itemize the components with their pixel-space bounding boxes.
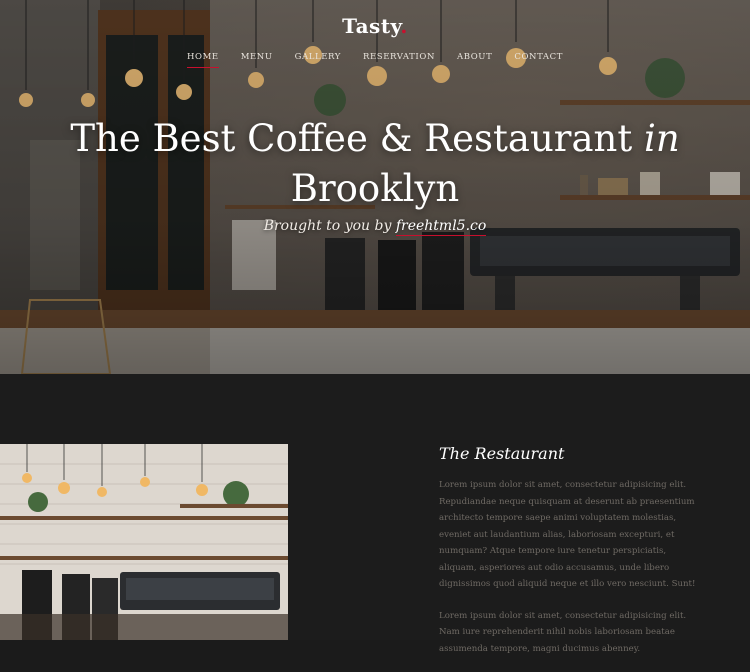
nav-item-reservation[interactable]: RESERVATION (352, 52, 446, 62)
headline-main: The Best Coffee & Restaurant (70, 117, 645, 160)
restaurant-section: The Restaurant Lorem ipsum dolor sit ame… (0, 374, 750, 654)
restaurant-paragraph-2: Lorem ipsum dolor sit amet, consectetur … (439, 610, 687, 654)
site-logo[interactable]: Tasty. (0, 14, 750, 38)
nav-item-home[interactable]: HOME (176, 52, 230, 68)
main-nav: HOME MENU GALLERY RESERVATION ABOUT CONT… (0, 52, 750, 68)
byline-prefix: Brought to you by (263, 218, 396, 234)
byline-link[interactable]: freehtml5.co (395, 218, 487, 236)
restaurant-photo (0, 444, 288, 640)
hero-byline: Brought to you by freehtml5.co (0, 218, 750, 236)
headline-line2: Brooklyn (290, 167, 460, 210)
restaurant-heading: The Restaurant (439, 444, 565, 463)
restaurant-photo-image (0, 444, 288, 640)
nav-item-about[interactable]: ABOUT (446, 52, 503, 62)
restaurant-about: The Restaurant Lorem ipsum dolor sit ame… (439, 444, 701, 672)
nav-item-contact[interactable]: CONTACT (503, 52, 574, 62)
hero-headline: The Best Coffee & Restaurant in Brooklyn (40, 114, 710, 214)
logo-text: Tasty (342, 14, 401, 38)
restaurant-paragraph-1: Lorem ipsum dolor sit amet, consectetur … (439, 480, 696, 589)
hero-banner: Tasty. HOME MENU GALLERY RESERVATION ABO… (0, 0, 750, 374)
nav-item-menu[interactable]: MENU (230, 52, 284, 62)
logo-dot: . (400, 14, 408, 38)
nav-item-gallery[interactable]: GALLERY (284, 52, 352, 62)
headline-emphasis: in (644, 117, 680, 160)
